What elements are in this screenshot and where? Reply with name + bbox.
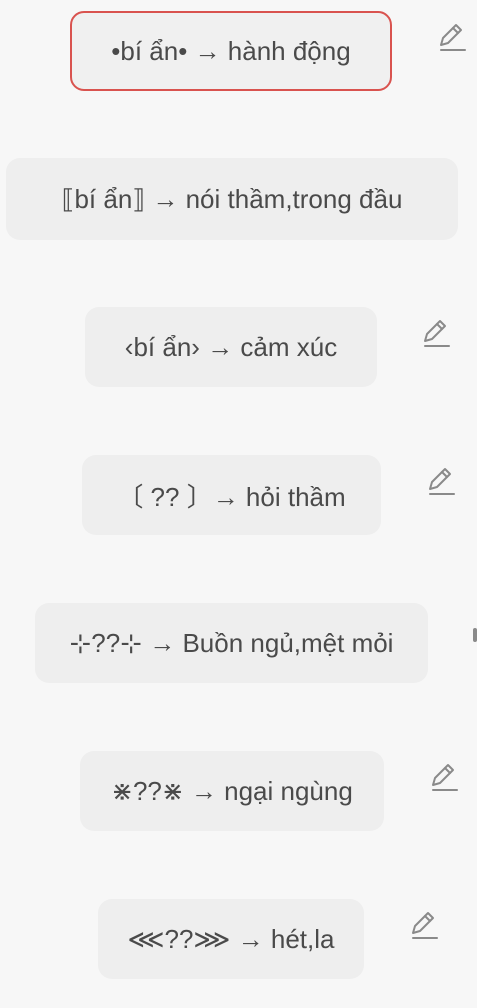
pencil-icon <box>421 318 451 348</box>
phrase-chip-5[interactable]: ⋇??⋇ → ngại ngùng <box>80 751 384 831</box>
phrase-label: •bí ẩn• → hành động <box>111 35 351 66</box>
phrase-label: ‹bí ẩn› → cảm xúc <box>124 331 338 362</box>
edit-phrase-button-4[interactable] <box>473 628 477 642</box>
phrase-chip-4[interactable]: ⊹??⊹ → Buồn ngủ,mệt mỏi <box>35 603 428 683</box>
phrase-chip-0[interactable]: •bí ẩn• → hành động <box>70 11 392 91</box>
edit-phrase-button-5[interactable] <box>429 762 459 792</box>
edit-phrase-button-6[interactable] <box>409 910 439 940</box>
pencil-icon <box>437 22 467 52</box>
phrase-label: ⊹??⊹ → Buồn ngủ,mệt mỏi <box>69 627 394 658</box>
pencil-icon <box>429 762 459 792</box>
phrase-chip-1[interactable]: ⟦bí ẩn⟧ → nói thầm,trong đầu <box>6 158 458 240</box>
phrase-label: ⋇??⋇ → ngại ngùng <box>111 775 353 806</box>
phrase-chip-3[interactable]: 〔 ?? 〕→ hỏi thầm <box>82 455 381 535</box>
edit-phrase-button-2[interactable] <box>421 318 451 348</box>
phrase-chip-2[interactable]: ‹bí ẩn› → cảm xúc <box>85 307 377 387</box>
edit-phrase-button-0[interactable] <box>437 22 467 52</box>
phrase-chip-6[interactable]: ⋘??⋙ → hét,la <box>98 899 364 979</box>
edit-phrase-button-3[interactable] <box>426 466 456 496</box>
pencil-icon <box>426 466 456 496</box>
phrase-label: ⋘??⋙ → hét,la <box>127 923 335 954</box>
pencil-icon <box>409 910 439 940</box>
phrase-label: 〔 ?? 〕→ hỏi thầm <box>117 481 346 512</box>
phrase-label: ⟦bí ẩn⟧ → nói thầm,trong đầu <box>61 183 403 214</box>
